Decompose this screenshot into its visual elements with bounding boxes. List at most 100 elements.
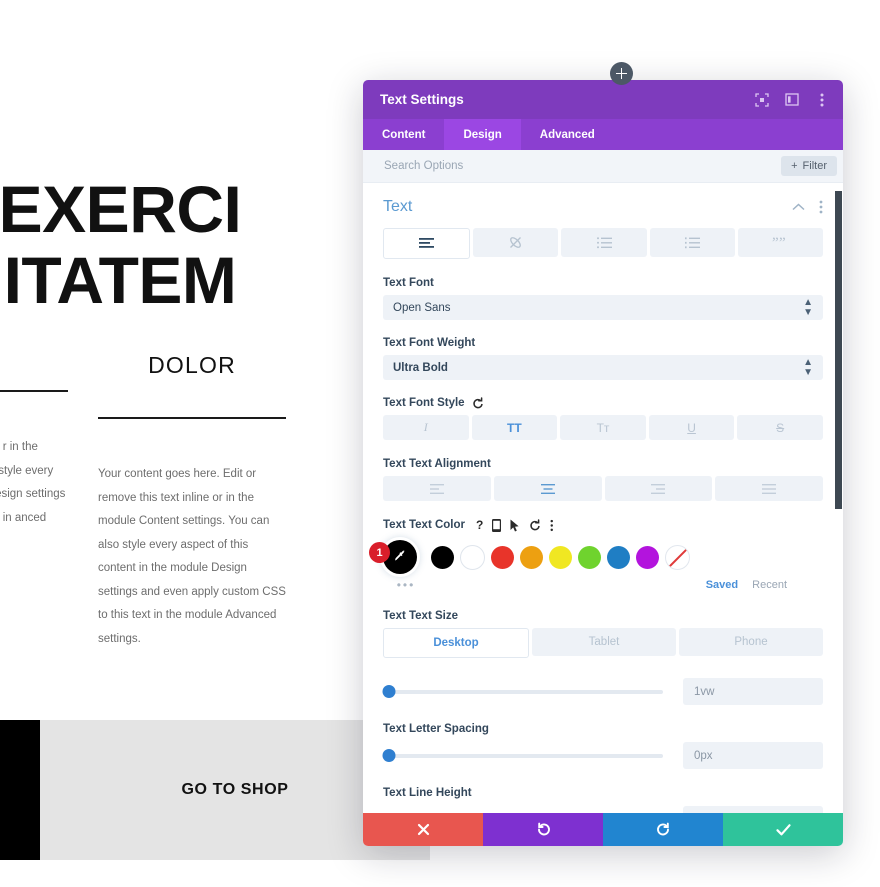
swatch-yellow[interactable] — [549, 545, 572, 569]
device-tab-desktop[interactable]: Desktop — [383, 628, 529, 658]
layout-columns-icon[interactable] — [784, 92, 799, 107]
line-height-value[interactable]: 1.7em — [683, 806, 823, 813]
blockquote-icon[interactable]: ” ” — [737, 228, 824, 257]
text-size-slider[interactable] — [382, 684, 663, 698]
hero-line-1: EXERCI — [0, 172, 242, 246]
hover-cursor-icon[interactable] — [510, 519, 520, 532]
search-input[interactable] — [382, 159, 782, 173]
plus-icon — [616, 68, 627, 79]
panel-scrollbar[interactable] — [835, 191, 842, 509]
tab-advanced[interactable]: Advanced — [521, 119, 614, 150]
column-body: Your content goes here. Edit or remove t… — [98, 468, 286, 645]
text-size-value[interactable]: 1vw — [683, 678, 823, 705]
undo-icon — [537, 822, 550, 836]
svg-text:”: ” — [779, 237, 786, 249]
plus-icon: + — [791, 160, 798, 172]
recent-colors-tab[interactable]: Recent — [752, 579, 787, 591]
cancel-button[interactable] — [363, 813, 483, 846]
tab-content[interactable]: Content — [363, 119, 444, 150]
tab-design[interactable]: Design — [444, 119, 521, 150]
text-alignment-label: Text Text Alignment — [383, 458, 491, 470]
swatch-purple[interactable] — [636, 545, 659, 569]
swatch-black[interactable] — [431, 545, 454, 569]
letter-spacing-slider[interactable] — [382, 748, 663, 762]
undo-button[interactable] — [483, 813, 603, 846]
color-palette-footer: ••• Saved Recent — [383, 576, 823, 594]
hero-heading: EXERCI ITATEM — [0, 175, 350, 314]
eyedropper-icon — [395, 550, 405, 561]
underline-button[interactable]: U — [648, 415, 735, 440]
text-font-weight-value: Ultra Bold — [393, 361, 448, 374]
device-tab-phone[interactable]: Phone — [679, 628, 823, 656]
swatch-green[interactable] — [578, 545, 601, 569]
filter-button[interactable]: + Filter — [781, 156, 837, 176]
svg-text:”: ” — [772, 237, 779, 249]
letter-spacing-control: 0px — [382, 742, 823, 769]
more-vertical-icon[interactable] — [814, 92, 829, 107]
smallcaps-button[interactable]: Tᴛ — [560, 415, 646, 440]
saved-colors-tab[interactable]: Saved — [706, 579, 738, 591]
color-palette: 1 — [369, 540, 823, 574]
column-heading: DOLOR — [98, 352, 286, 419]
add-module-button[interactable] — [610, 62, 633, 85]
reset-icon[interactable] — [472, 397, 484, 409]
unordered-list-icon[interactable] — [561, 228, 647, 257]
swatch-white[interactable] — [460, 544, 485, 570]
close-icon — [417, 823, 429, 836]
strikethrough-button[interactable]: S — [737, 415, 823, 440]
text-color-label: Text Text Color ? — [383, 518, 823, 532]
letter-spacing-value[interactable]: 0px — [683, 742, 823, 769]
current-color-swatch[interactable]: 1 — [369, 540, 417, 574]
modal-title: Text Settings — [380, 92, 464, 107]
reset-icon[interactable] — [529, 519, 541, 531]
content-columns: es here. Edit or remove r in the module … — [0, 352, 380, 652]
italic-button[interactable]: I — [383, 415, 469, 440]
uppercase-button[interactable]: TT — [471, 415, 558, 440]
swatch-red[interactable] — [491, 545, 514, 569]
swatch-transparent[interactable] — [665, 544, 690, 570]
align-justify-icon[interactable] — [715, 476, 823, 501]
redo-icon — [656, 822, 669, 836]
responsive-icon[interactable] — [492, 518, 502, 532]
text-font-select[interactable]: Open Sans ▲ ▼ — [383, 295, 823, 320]
text-size-device-tabs: Desktop Tablet Phone — [383, 628, 823, 658]
line-height-slider-knob[interactable] — [474, 812, 488, 813]
content-column: DOLOR Your content goes here. Edit or re… — [98, 352, 286, 652]
link-icon[interactable] — [473, 228, 559, 257]
settings-panel-body: Text ” ” Text Font Open Sans ▲ ▼ Text Fo… — [363, 183, 843, 813]
swatch-orange[interactable] — [520, 545, 543, 569]
more-vertical-icon[interactable] — [819, 200, 823, 214]
color-count-badge: 1 — [369, 542, 390, 563]
text-size-slider-knob[interactable] — [382, 684, 396, 698]
expand-icon[interactable] — [754, 92, 769, 107]
search-bar: + Filter — [363, 150, 843, 183]
ordered-list-icon[interactable] — [649, 228, 735, 257]
section-title: Text — [383, 198, 413, 215]
chevron-updown-icon: ▲ ▼ — [803, 296, 813, 318]
section-header-text: Text — [383, 183, 823, 216]
hero-line-2: ITATEM — [3, 242, 237, 317]
text-size-label: Text Text Size — [383, 610, 458, 622]
text-font-weight-select[interactable]: Ultra Bold ▲ ▼ — [383, 355, 823, 380]
more-colors-button[interactable]: ••• — [383, 578, 429, 592]
redo-button[interactable] — [603, 813, 723, 846]
text-font-style-label: Text Font Style — [383, 397, 823, 409]
align-left-icon[interactable] — [383, 476, 491, 501]
chevron-up-icon[interactable] — [792, 203, 805, 211]
device-tab-tablet[interactable]: Tablet — [532, 628, 676, 656]
more-vertical-icon[interactable] — [550, 519, 554, 532]
align-center-icon[interactable] — [493, 476, 602, 501]
check-icon — [775, 823, 791, 835]
align-right-icon[interactable] — [604, 476, 713, 501]
swatch-blue[interactable] — [607, 545, 630, 569]
text-font-label: Text Font — [383, 277, 434, 289]
filter-button-label: Filter — [802, 160, 827, 172]
go-to-shop-button[interactable]: GO TO SHOP — [100, 720, 370, 860]
paragraph-icon[interactable] — [383, 228, 471, 259]
save-button[interactable] — [723, 813, 843, 846]
line-height-control: 1.7em — [383, 806, 823, 813]
help-icon[interactable]: ? — [476, 518, 483, 532]
modal-header: Text Settings — [363, 80, 843, 119]
modal-footer — [363, 813, 843, 846]
letter-spacing-slider-knob[interactable] — [382, 748, 396, 762]
